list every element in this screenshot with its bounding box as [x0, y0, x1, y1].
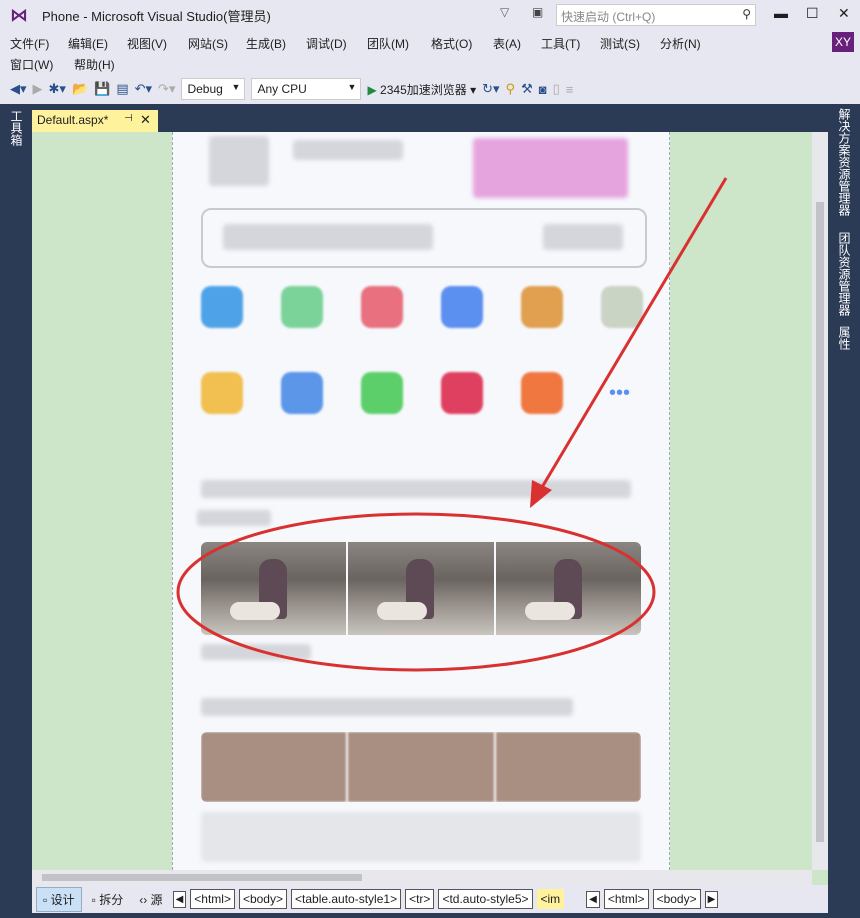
source-label: 源	[150, 892, 163, 907]
platform-value: Any CPU	[257, 82, 307, 96]
annotation-overlay	[176, 177, 728, 672]
menu-window[interactable]: 窗口(W)	[10, 56, 53, 73]
close-button[interactable]: ✕	[838, 5, 850, 22]
refresh-icon[interactable]: ↻▾	[482, 81, 499, 97]
scroll-left-icon[interactable]: ◀	[172, 890, 187, 908]
run-target-label: 2345加速浏览器	[380, 82, 467, 97]
save-all-icon[interactable]: ▤	[116, 81, 128, 97]
breadcrumb-td[interactable]: <td.auto-style5>	[438, 889, 533, 909]
open-icon[interactable]: 📂	[72, 81, 88, 97]
right-panel-strip: 解决方案资源管理器 团队资源管理器 属性	[828, 104, 860, 918]
chevron-down-icon: ▼	[231, 82, 241, 92]
design-view-button[interactable]: ▫ 设计	[36, 886, 82, 912]
highlight-ellipse	[176, 512, 656, 672]
design-surface[interactable]: •••	[32, 132, 828, 885]
menu-test[interactable]: 测试(S)	[600, 35, 640, 52]
forward-icon[interactable]: ▶	[33, 81, 43, 97]
undo-icon[interactable]: ↶▾	[135, 81, 152, 97]
title-bar: ⋈ Phone - Microsoft Visual Studio(管理员) ▽…	[0, 0, 860, 30]
platform-dropdown[interactable]: Any CPU ▼	[251, 78, 362, 100]
split-label: 拆分	[99, 892, 124, 907]
feedback-icon[interactable]: ▣	[532, 5, 543, 19]
quick-launch-input[interactable]: 快速启动 (Ctrl+Q) ⚲	[556, 4, 756, 26]
toolbox-panel-tab[interactable]: 工具箱	[8, 110, 25, 146]
menu-help[interactable]: 帮助(H)	[74, 56, 115, 73]
view-bar: ▫ 设计 ▫ 拆分 ‹› 源 ◀ <html> <body> <table.au…	[32, 885, 828, 913]
pin-icon[interactable]: ⊣	[124, 113, 133, 124]
close-tab-icon[interactable]: ✕	[140, 112, 151, 128]
breadcrumb-img[interactable]: <im	[536, 889, 565, 909]
quick-launch-placeholder: 快速启动 (Ctrl+Q)	[561, 10, 656, 24]
design-label: 设计	[50, 892, 75, 907]
arrow-head	[530, 480, 552, 508]
document-tab-label: Default.aspx*	[37, 113, 109, 127]
scroll-right-icon[interactable]: ▶	[704, 890, 719, 908]
menu-file[interactable]: 文件(F)	[10, 35, 49, 52]
menu-website[interactable]: 网站(S)	[188, 35, 228, 52]
menu-build[interactable]: 生成(B)	[246, 35, 286, 52]
configuration-dropdown[interactable]: Debug ▼	[181, 78, 246, 100]
menu-table[interactable]: 表(A)	[493, 35, 521, 52]
user-avatar[interactable]: XY	[832, 32, 854, 52]
split-view-button[interactable]: ▫ 拆分	[86, 888, 130, 911]
toolbox-icon[interactable]: ⚒	[521, 81, 533, 97]
menu-debug[interactable]: 调试(D)	[306, 35, 347, 52]
menu-edit[interactable]: 编辑(E)	[68, 35, 108, 52]
run-button[interactable]: ▶ 2345加速浏览器 ▾	[367, 81, 476, 98]
redo-icon[interactable]: ↷▾	[158, 81, 175, 97]
search-icon: ⚲	[742, 7, 751, 21]
solution-explorer-tab[interactable]: 解决方案资源管理器	[836, 108, 853, 216]
menu-format[interactable]: 格式(O)	[431, 35, 472, 52]
chevron-down-icon: ▼	[347, 82, 357, 92]
list-icon[interactable]: ≡	[566, 82, 574, 97]
configuration-value: Debug	[187, 82, 223, 96]
breadcrumb-tr[interactable]: <tr>	[405, 889, 435, 909]
document-tab[interactable]: Default.aspx* ⊣ ✕	[32, 110, 158, 132]
menu-view[interactable]: 视图(V)	[127, 35, 167, 52]
save-icon[interactable]: 💾	[94, 81, 110, 97]
arrow-line	[536, 177, 728, 495]
breadcrumb-html[interactable]: <html>	[603, 889, 649, 909]
left-panel-strip: 工具箱	[0, 104, 30, 918]
breadcrumb-table[interactable]: <table.auto-style1>	[291, 889, 402, 909]
menu-analyze[interactable]: 分析(N)	[660, 35, 701, 52]
camera-icon[interactable]: ◙	[539, 82, 547, 97]
maximize-button[interactable]: ☐	[806, 5, 819, 22]
minimize-button[interactable]: ▬	[774, 5, 788, 21]
scroll-left-icon[interactable]: ◀	[586, 890, 600, 908]
breadcrumb-body[interactable]: <body>	[238, 889, 287, 909]
new-project-icon[interactable]: ✱▾	[49, 81, 66, 97]
menu-bar: 文件(F) 编辑(E) 视图(V) 网站(S) 生成(B) 调试(D) 团队(M…	[0, 30, 860, 74]
source-view-button[interactable]: ‹› 源	[133, 888, 168, 911]
breadcrumb-html[interactable]: <html>	[190, 889, 235, 909]
filter-icon[interactable]: ▽	[500, 5, 509, 19]
find-icon[interactable]: ⚲	[506, 81, 516, 97]
team-explorer-tab[interactable]: 团队资源管理器	[836, 232, 853, 316]
back-icon[interactable]: ◀▾	[10, 81, 27, 97]
breadcrumb-body[interactable]: <body>	[652, 889, 701, 909]
window-title: Phone - Microsoft Visual Studio(管理员)	[42, 8, 271, 24]
vertical-scrollbar[interactable]	[812, 132, 828, 870]
visual-studio-logo-icon: ⋈	[10, 5, 28, 25]
play-icon: ▶	[367, 82, 377, 97]
menu-team[interactable]: 团队(M)	[367, 35, 409, 52]
toolbar: ◀▾ ▶ ✱▾ 📂 💾 ▤ ↶▾ ↷▾ Debug ▼ Any CPU ▼ ▶ 23…	[0, 74, 860, 104]
menu-tools[interactable]: 工具(T)	[541, 35, 580, 52]
horizontal-scrollbar[interactable]	[32, 870, 812, 885]
properties-tab[interactable]: 属性	[836, 326, 853, 350]
document-icon[interactable]: ▯	[553, 81, 560, 97]
